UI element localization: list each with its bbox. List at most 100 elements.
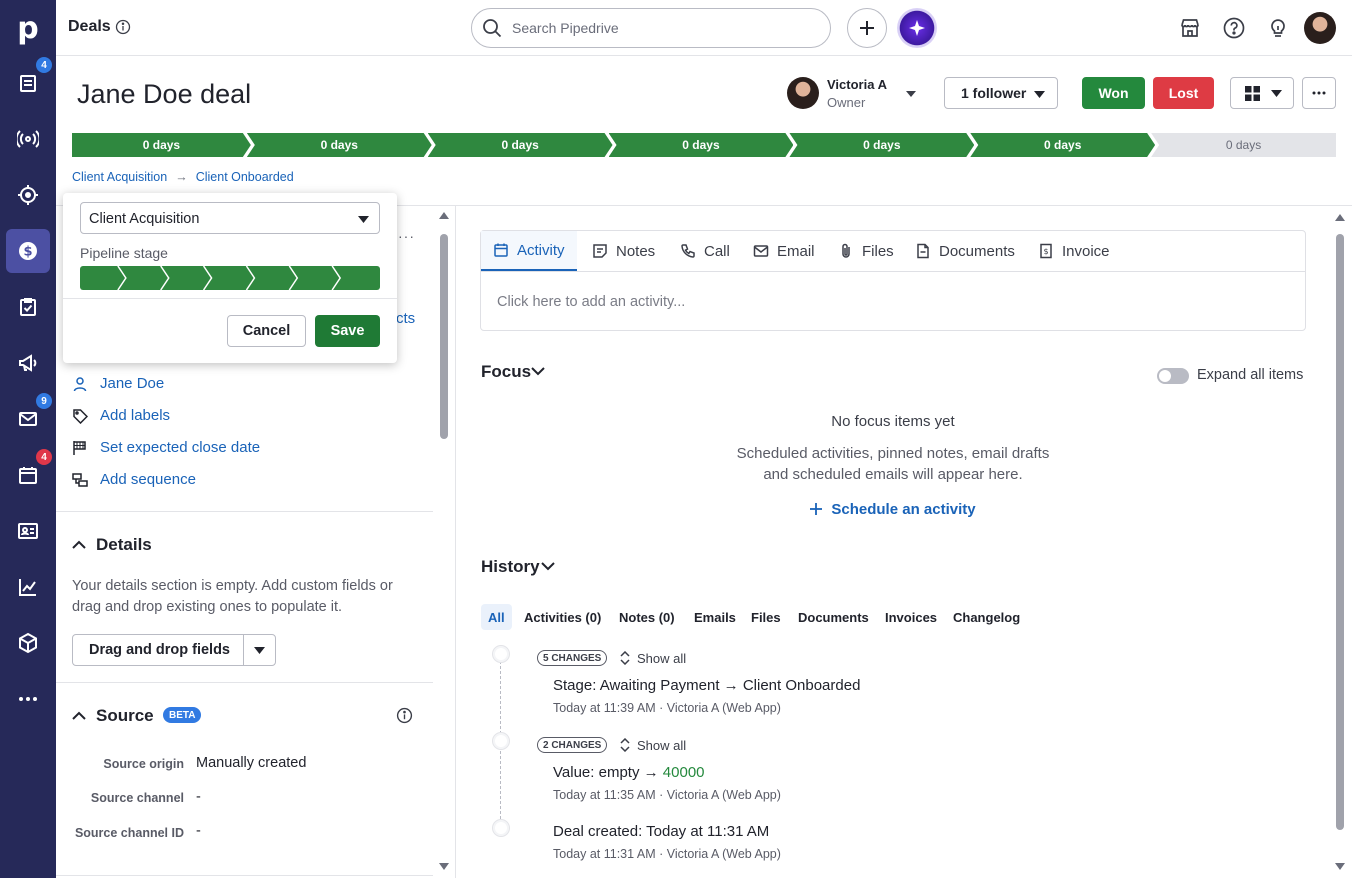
drag-drop-fields-label: Drag and drop fields bbox=[89, 642, 230, 658]
tab-invoice[interactable]: $ Invoice bbox=[1038, 231, 1110, 271]
source-channel-id-value[interactable]: - bbox=[196, 823, 201, 839]
scroll-down-icon[interactable] bbox=[439, 862, 449, 872]
chevron-up-icon[interactable] bbox=[72, 540, 86, 550]
nav-campaigns-icon[interactable] bbox=[6, 341, 50, 385]
show-all-link[interactable]: Show all bbox=[637, 738, 686, 753]
source-origin-value[interactable]: Manually created bbox=[196, 755, 306, 771]
view-switcher-button[interactable] bbox=[1230, 77, 1294, 109]
history-filter-invoices[interactable]: Invoices bbox=[885, 610, 937, 625]
source-title[interactable]: Source bbox=[96, 706, 154, 726]
help-icon[interactable] bbox=[1222, 16, 1246, 40]
tab-activity[interactable]: Activity bbox=[481, 231, 577, 271]
history-filter-changelog[interactable]: Changelog bbox=[953, 610, 1020, 625]
focus-title[interactable]: Focus bbox=[481, 362, 531, 382]
person-link[interactable]: Jane Doe bbox=[100, 375, 164, 392]
nav-mail-icon[interactable]: 9 bbox=[6, 393, 52, 441]
nav-products-icon[interactable] bbox=[6, 621, 50, 665]
nav-leads-icon[interactable]: 4 bbox=[6, 57, 52, 105]
add-sequence-link[interactable]: Add sequence bbox=[100, 471, 196, 488]
chevron-down-icon[interactable] bbox=[531, 366, 545, 376]
history-filter-documents[interactable]: Documents bbox=[798, 610, 869, 625]
summary-more-icon[interactable]: ··· bbox=[398, 228, 415, 244]
nav-target-icon[interactable] bbox=[6, 173, 50, 217]
expand-all-toggle[interactable] bbox=[1157, 368, 1189, 384]
history-title[interactable]: History bbox=[481, 557, 540, 577]
followers-label: 1 follower bbox=[961, 85, 1027, 101]
nav-tasks-icon[interactable] bbox=[6, 285, 50, 329]
scroll-down-icon[interactable] bbox=[1335, 862, 1345, 872]
add-labels-link[interactable]: Add labels bbox=[100, 407, 170, 424]
history-filter-files[interactable]: Files bbox=[751, 610, 781, 625]
more-actions-button[interactable] bbox=[1302, 77, 1336, 109]
won-button[interactable]: Won bbox=[1082, 77, 1145, 109]
scroll-thumb[interactable] bbox=[440, 234, 448, 439]
breadcrumb-stage[interactable]: Client Onboarded bbox=[196, 170, 294, 184]
chevron-down-icon[interactable] bbox=[541, 561, 555, 571]
pipeline-stage[interactable]: 0 days bbox=[789, 133, 974, 157]
tab-documents[interactable]: Documents bbox=[915, 231, 1015, 271]
pipeline-select[interactable]: Client Acquisition bbox=[80, 202, 380, 234]
save-button[interactable]: Save bbox=[315, 315, 380, 347]
info-icon[interactable] bbox=[396, 707, 413, 724]
nav-calendar-icon[interactable]: 4 bbox=[6, 449, 52, 497]
history-filter-emails[interactable]: Emails bbox=[694, 610, 736, 625]
section-divider bbox=[56, 875, 433, 876]
summary-scrollbar[interactable] bbox=[439, 210, 449, 874]
deal-title[interactable]: Jane Doe deal bbox=[77, 79, 251, 110]
tab-activity-label: Activity bbox=[517, 241, 565, 259]
user-avatar[interactable] bbox=[1304, 12, 1336, 44]
lightbulb-icon[interactable] bbox=[1266, 16, 1290, 40]
owner-name[interactable]: Victoria A bbox=[827, 77, 887, 92]
nav-deals-icon[interactable]: $ bbox=[6, 229, 50, 273]
nav-more-icon[interactable] bbox=[6, 677, 50, 721]
popover-divider bbox=[63, 298, 397, 299]
marketplace-icon[interactable] bbox=[1178, 16, 1202, 40]
pipeline-stage[interactable]: 0 days bbox=[970, 133, 1155, 157]
main-scrollbar[interactable] bbox=[1335, 212, 1345, 874]
contacts-link-fragment[interactable]: cts bbox=[396, 310, 415, 327]
drag-drop-fields-button[interactable]: Drag and drop fields bbox=[72, 634, 276, 666]
pipeline-stage-picker[interactable] bbox=[80, 266, 380, 290]
scroll-up-icon[interactable] bbox=[1335, 212, 1345, 222]
tab-call[interactable]: Call bbox=[680, 231, 730, 271]
invoice-icon: $ bbox=[1040, 243, 1052, 259]
pipeline-stage[interactable]: 0 days bbox=[72, 133, 251, 157]
caret-down-icon[interactable] bbox=[254, 647, 265, 654]
tab-notes[interactable]: Notes bbox=[592, 231, 655, 271]
mail-badge: 9 bbox=[36, 393, 52, 409]
lost-button[interactable]: Lost bbox=[1153, 77, 1214, 109]
history-filter-activities[interactable]: Activities (0) bbox=[524, 610, 601, 625]
pipeline-stage[interactable]: 0 days bbox=[1151, 133, 1336, 157]
pipeline-stage[interactable]: 0 days bbox=[609, 133, 794, 157]
history-filter-notes[interactable]: Notes (0) bbox=[619, 610, 675, 625]
breadcrumb-pipeline[interactable]: Client Acquisition bbox=[72, 170, 167, 184]
close-date-link[interactable]: Set expected close date bbox=[100, 439, 260, 456]
scroll-thumb[interactable] bbox=[1336, 234, 1344, 830]
nav-insights-icon[interactable] bbox=[6, 565, 50, 609]
details-title[interactable]: Details bbox=[96, 535, 152, 555]
source-channel-value[interactable]: - bbox=[196, 789, 201, 805]
info-icon[interactable] bbox=[115, 19, 131, 35]
cancel-button[interactable]: Cancel bbox=[227, 315, 306, 347]
history-filter-all[interactable]: All bbox=[481, 604, 512, 630]
chevron-up-icon[interactable] bbox=[72, 711, 86, 721]
add-activity-placeholder[interactable]: Click here to add an activity... bbox=[497, 294, 685, 310]
nav-contacts-icon[interactable] bbox=[6, 509, 50, 553]
pipeline-stage[interactable]: 0 days bbox=[428, 133, 613, 157]
quick-add-button[interactable] bbox=[847, 8, 887, 48]
pipeline-stage[interactable]: 0 days bbox=[247, 133, 432, 157]
tab-files[interactable]: Files bbox=[838, 231, 894, 271]
changes-badge: 5 CHANGES bbox=[537, 650, 608, 666]
history-meta: Today at 11:35 AM · Victoria A (Web App) bbox=[553, 788, 781, 802]
nav-broadcast-icon[interactable] bbox=[6, 117, 50, 161]
followers-button[interactable]: 1 follower bbox=[944, 77, 1058, 109]
search-input[interactable] bbox=[512, 18, 812, 38]
ai-assistant-button[interactable] bbox=[897, 8, 937, 48]
search-box[interactable] bbox=[471, 8, 831, 48]
scroll-up-icon[interactable] bbox=[439, 210, 449, 220]
schedule-activity-link[interactable]: Schedule an activity bbox=[480, 501, 1306, 518]
owner-caret-down-icon[interactable] bbox=[905, 90, 917, 98]
tab-email[interactable]: Email bbox=[753, 231, 815, 271]
show-all-link[interactable]: Show all bbox=[637, 651, 686, 666]
pipedrive-logo[interactable]: p bbox=[6, 6, 50, 50]
